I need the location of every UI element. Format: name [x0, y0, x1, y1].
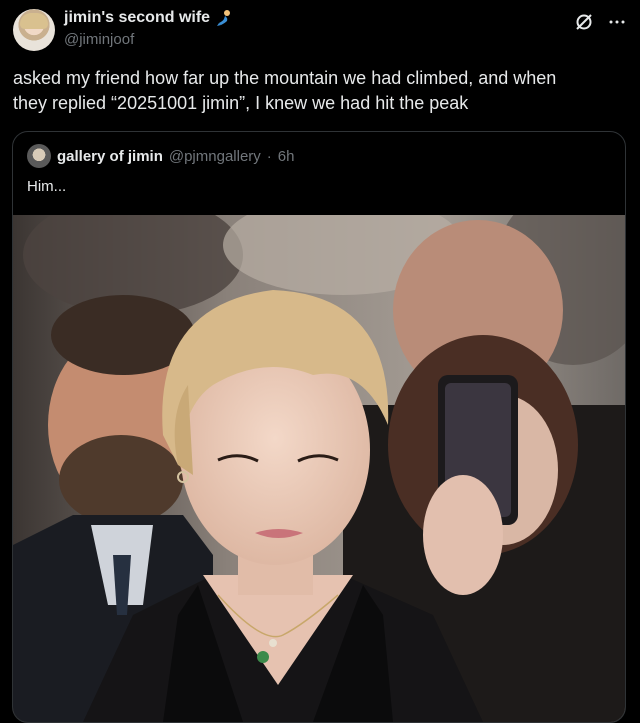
quoted-tweet-card[interactable]: gallery of jimin @pjmngallery · 6h Him..… [12, 131, 626, 723]
merperson-emoji-icon [216, 9, 234, 27]
quoted-timestamp[interactable]: 6h [278, 148, 295, 165]
quoted-text: Him... [27, 178, 67, 195]
tweet-text: asked my friend how far up the mountain … [13, 66, 623, 116]
more-icon[interactable] [608, 19, 626, 25]
author-display-name[interactable]: jimin's second wife [64, 9, 210, 27]
tweet-text-line-2: they replied “20251001 jimin”, I knew we… [13, 93, 469, 113]
tweet-top-actions [574, 12, 626, 32]
author-handle[interactable]: @jiminjoof [64, 31, 134, 48]
quoted-separator: · [266, 147, 272, 165]
quoted-display-name[interactable]: gallery of jimin [57, 148, 163, 165]
author-avatar[interactable] [13, 9, 55, 51]
quoted-avatar[interactable] [27, 144, 51, 168]
tweet-text-line-1: asked my friend how far up the mountain … [13, 68, 557, 88]
quoted-header: gallery of jimin @pjmngallery · 6h [27, 144, 294, 168]
grok-icon[interactable] [574, 12, 594, 32]
avatar-hair [20, 13, 48, 29]
quoted-handle[interactable]: @pjmngallery [169, 148, 261, 165]
author-name-row: jimin's second wife [64, 9, 234, 27]
tweet-post[interactable]: jimin's second wife @jiminjoof asked my … [0, 0, 640, 723]
quoted-photo[interactable] [13, 215, 625, 722]
